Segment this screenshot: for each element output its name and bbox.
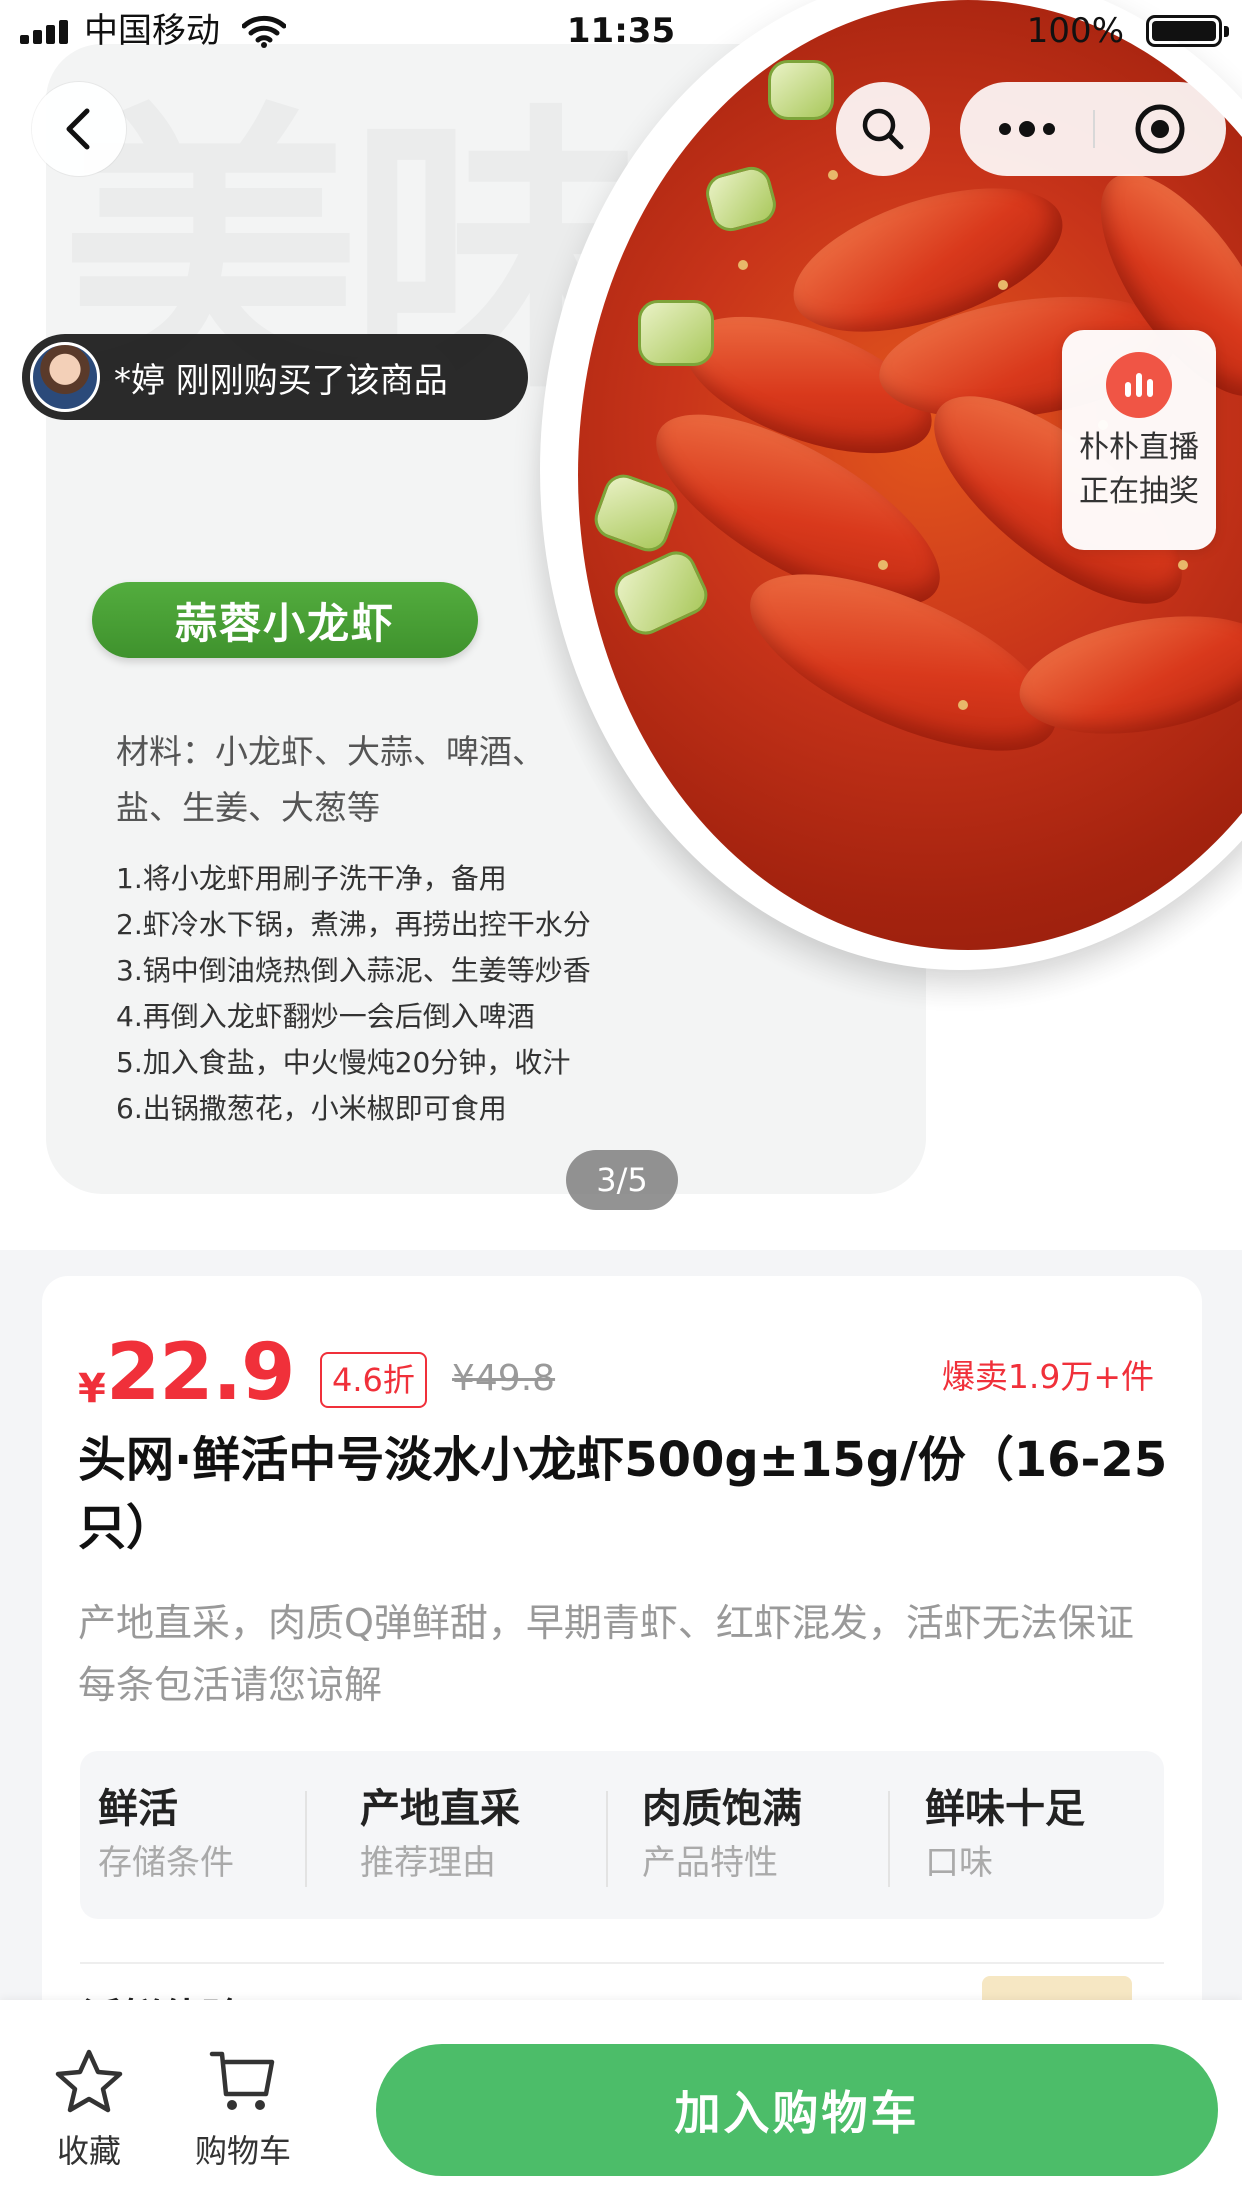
- product-image-carousel[interactable]: 美味 蒜蓉小龙虾 材料：小龙虾、大蒜、啤酒、 盐、生姜、大葱等 1.将小龙虾用刷…: [0, 0, 1242, 1250]
- section-divider: [80, 1962, 1164, 1964]
- attribute-key: 推荐理由: [360, 1843, 496, 1883]
- materials-line: 材料：小龙虾、大蒜、啤酒、: [116, 732, 545, 771]
- attribute-divider: [606, 1791, 608, 1887]
- battery-icon: [1146, 15, 1229, 47]
- more-icon: [998, 121, 1055, 137]
- miniprogram-capsule: [960, 82, 1226, 176]
- image-page-indicator: 3/5: [566, 1150, 678, 1210]
- back-button[interactable]: [32, 82, 126, 176]
- top-right-capsule: [836, 82, 1226, 176]
- price-row: ¥ 22.9 4.6折 ¥49.8 爆卖1.9万+件: [78, 1328, 1168, 1418]
- recipe-step: 5.加入食盐，中火慢炖20分钟，收汁: [116, 1046, 571, 1079]
- recipe-step: 1.将小龙虾用刷子洗干净，备用: [116, 862, 507, 895]
- materials-line: 盐、生姜、大葱等: [116, 788, 380, 827]
- product-info-card: ¥ 22.9 4.6折 ¥49.8 爆卖1.9万+件 头网·鲜活中号淡水小龙虾5…: [42, 1276, 1202, 2036]
- add-to-cart-button[interactable]: 加入购物车: [376, 2044, 1218, 2176]
- recipe-step: 4.再倒入龙虾翻炒一会后倒入啤酒: [116, 1000, 535, 1033]
- search-icon: [862, 108, 904, 150]
- attribute-value: 鲜味十足: [925, 1786, 1085, 1832]
- attribute-item: 鲜活 存储条件: [98, 1781, 234, 1889]
- recipe-step: 3.锅中倒油烧热倒入蒜泥、生姜等炒香: [116, 954, 591, 987]
- bottom-action-bar: 收藏 购物车 加入购物车: [0, 2000, 1242, 2208]
- attribute-divider: [888, 1791, 890, 1887]
- cart-label: 购物车: [194, 2132, 291, 2170]
- cart-button[interactable]: 购物车: [178, 2048, 308, 2172]
- product-title: 头网·鲜活中号淡水小龙虾500g±15g/份（16-25只）: [78, 1432, 1168, 1556]
- recipe-steps: 1.将小龙虾用刷子洗干净，备用 2.虾冷水下锅，煮沸，再捞出控干水分 3.锅中倒…: [116, 856, 676, 1132]
- live-stream-badge[interactable]: 朴朴直播 正在抽奖: [1062, 330, 1216, 550]
- attribute-key: 口味: [925, 1843, 993, 1883]
- attribute-item: 肉质饱满 产品特性: [642, 1781, 802, 1889]
- cart-icon: [209, 2051, 275, 2110]
- target-icon: [1135, 104, 1184, 154]
- battery-percent: 100%: [1026, 11, 1124, 51]
- purchase-toast-text: *婷 刚刚购买了该商品: [114, 360, 448, 401]
- search-button[interactable]: [836, 82, 930, 176]
- favorite-button[interactable]: 收藏: [24, 2048, 154, 2172]
- current-price: 22.9: [106, 1328, 295, 1418]
- star-icon: [55, 2049, 123, 2113]
- live-icon: [1106, 352, 1172, 418]
- attribute-value: 鲜活: [98, 1786, 178, 1832]
- attribute-key: 产品特性: [642, 1843, 778, 1883]
- attribute-value: 产地直采: [360, 1786, 520, 1832]
- more-button[interactable]: [960, 82, 1093, 176]
- recipe-step: 2.虾冷水下锅，煮沸，再捞出控干水分: [116, 908, 591, 941]
- discount-badge: 4.6折: [320, 1352, 427, 1408]
- dish-name-tag: 蒜蓉小龙虾: [92, 582, 478, 658]
- recent-purchase-toast: *婷 刚刚购买了该商品: [22, 334, 528, 420]
- favorite-label: 收藏: [56, 2132, 121, 2170]
- attribute-key: 存储条件: [98, 1843, 234, 1883]
- live-badge-title: 朴朴直播: [1079, 430, 1199, 465]
- attribute-item: 鲜味十足 口味: [925, 1781, 1085, 1889]
- sales-count: 爆卖1.9万+件: [941, 1357, 1154, 1396]
- attribute-value: 肉质饱满: [642, 1786, 802, 1832]
- original-price: ¥49.8: [452, 1358, 556, 1399]
- currency-symbol: ¥: [78, 1366, 106, 1412]
- product-attributes: 鲜活 存储条件 产地直采 推荐理由 肉质饱满 产品特性 鲜味十足 口味: [80, 1751, 1164, 1919]
- close-miniprogram-button[interactable]: [1093, 82, 1226, 176]
- status-bar: 中国移动 11:35 100%: [0, 0, 1242, 62]
- recipe-materials: 材料：小龙虾、大蒜、啤酒、 盐、生姜、大葱等: [116, 724, 636, 836]
- attribute-item: 产地直采 推荐理由: [282, 1781, 520, 1889]
- live-badge-subtitle: 正在抽奖: [1079, 474, 1199, 509]
- product-subtitle: 产地直采，肉质Q弹鲜甜，早期青虾、红虾混发，活虾无法保证每条包活请您谅解: [78, 1601, 1134, 1707]
- buyer-avatar: [30, 342, 100, 412]
- recipe-step: 6.出锅撒葱花，小米椒即可食用: [116, 1092, 507, 1125]
- back-icon: [66, 108, 90, 150]
